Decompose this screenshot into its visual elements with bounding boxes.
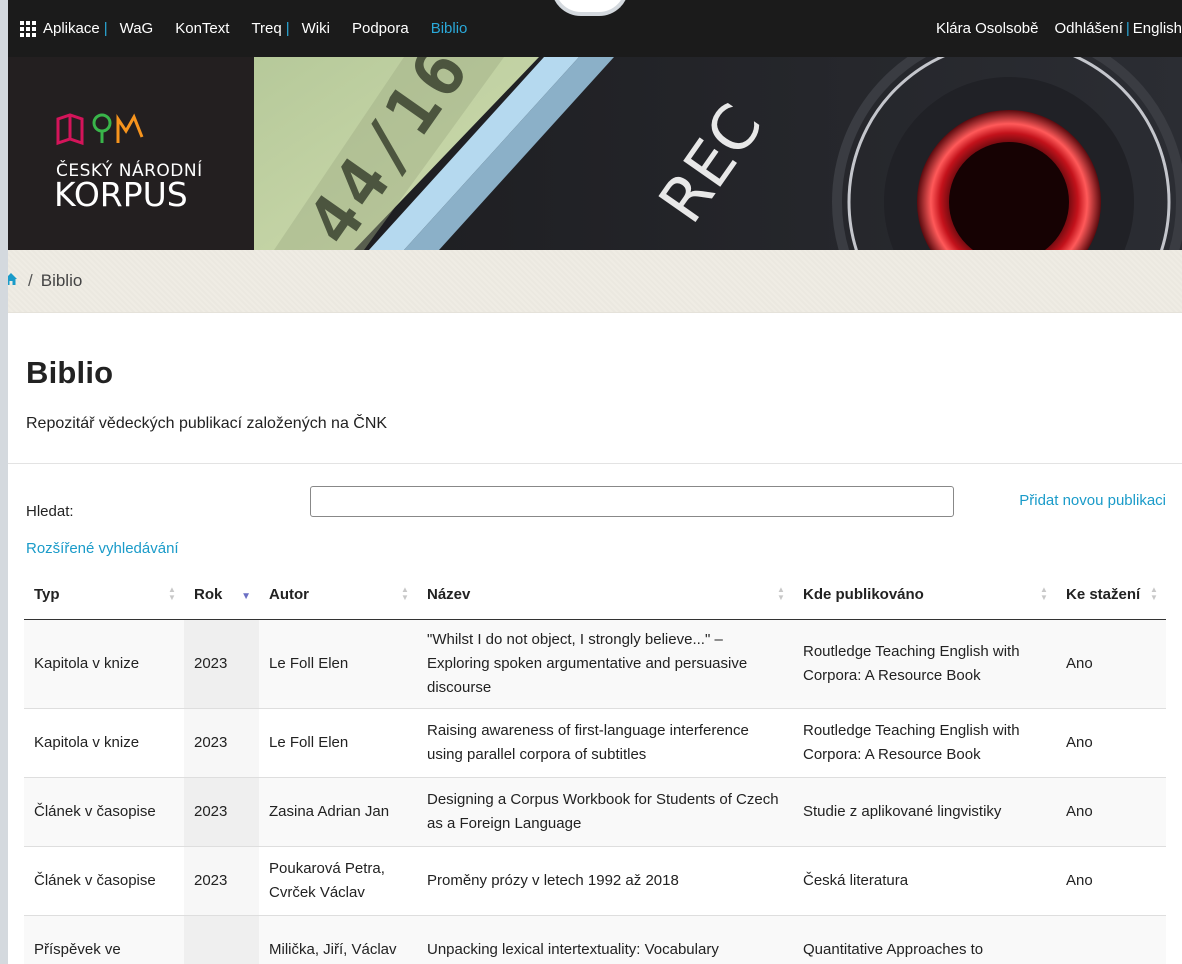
cell-kde: Quantitative Approaches to	[793, 915, 1056, 964]
column-header-kde-publikovano[interactable]: Kde publikováno ▲ ▼	[793, 569, 1056, 620]
cell-autor: Zasina Adrian Jan	[259, 777, 417, 847]
cell-typ: Příspěvek ve	[24, 915, 184, 964]
cell-rok: 2023	[184, 846, 259, 916]
nav-user-area: Klára Osolsobě Odhlášení | English	[936, 20, 1182, 37]
page-title: Biblio	[26, 355, 114, 390]
nav-app-links: Aplikace | WaG KonText Treq | Wiki Podpo…	[8, 20, 489, 37]
cell-stazeni: Ano	[1056, 619, 1166, 709]
nav-item-wag[interactable]: WaG	[120, 20, 154, 37]
search-row: Hledat: Přidat novou publikaci	[24, 464, 1166, 528]
column-header-autor[interactable]: Autor ▲ ▼	[259, 569, 417, 620]
cell-nazev[interactable]: Unpacking lexical intertextuality: Vocab…	[417, 915, 793, 964]
main-content: Biblio Repozitář vědeckých publikací zal…	[8, 355, 1182, 964]
cell-nazev[interactable]: "Whilst I do not object, I strongly beli…	[417, 619, 793, 709]
column-header-ke-stazeni[interactable]: Ke stažení ▲ ▼	[1056, 569, 1166, 620]
cnk-logo-icon	[56, 113, 144, 146]
browser-page: Aplikace | WaG KonText Treq | Wiki Podpo…	[8, 0, 1182, 964]
table-row[interactable]: Článek v časopise 2023 Zasina Adrian Jan…	[24, 777, 1166, 847]
cell-rok: 2023	[184, 708, 259, 778]
cell-rok	[184, 915, 259, 964]
breadcrumb-current: Biblio	[40, 271, 83, 290]
top-navigation-bar: Aplikace | WaG KonText Treq | Wiki Podpo…	[8, 0, 1182, 57]
table-row[interactable]: Kapitola v knize 2023 Le Foll Elen "Whil…	[24, 619, 1166, 709]
cell-typ: Článek v časopise	[24, 777, 184, 847]
table-row[interactable]: Článek v časopise 2023 Poukarová Petra, …	[24, 846, 1166, 916]
publications-table: Typ ▲ ▼ Rok ▼ Autor ▲ ▼ Název ▲ ▼ Kde pu…	[24, 569, 1166, 964]
cell-typ: Kapitola v knize	[24, 619, 184, 709]
home-icon[interactable]	[8, 271, 18, 291]
breadcrumb-separator: /	[28, 271, 33, 290]
header-banner: ČESKÝ NÁRODNÍ KORPUS 44/16 REC	[8, 57, 1182, 250]
sort-icon: ▲ ▼	[168, 585, 176, 602]
cell-typ: Článek v časopise	[24, 846, 184, 916]
nav-item-wiki[interactable]: Wiki	[302, 20, 330, 37]
nav-separator: |	[103, 20, 108, 37]
apps-grid-icon[interactable]	[20, 20, 36, 37]
sort-icon: ▲ ▼	[777, 585, 785, 602]
nav-item-kontext[interactable]: KonText	[175, 20, 229, 37]
column-header-nazev[interactable]: Název ▲ ▼	[417, 569, 793, 620]
cell-stazeni	[1056, 915, 1166, 964]
nav-item-aplikace[interactable]: Aplikace	[43, 20, 100, 37]
search-label: Hledat:	[26, 503, 74, 520]
cell-kde: Routledge Teaching English with Corpora:…	[793, 619, 1056, 709]
cell-nazev[interactable]: Proměny prózy v letech 1992 až 2018	[417, 846, 793, 916]
table-row[interactable]: Příspěvek ve Milička, Jiří, Václav Unpac…	[24, 915, 1166, 964]
cell-autor: Poukarová Petra, Cvrček Václav	[259, 846, 417, 916]
site-logo[interactable]: ČESKÝ NÁRODNÍ KORPUS	[8, 57, 254, 250]
cell-kde: Studie z aplikované lingvistiky	[793, 777, 1056, 847]
table-header-row: Typ ▲ ▼ Rok ▼ Autor ▲ ▼ Název ▲ ▼ Kde pu…	[24, 569, 1166, 620]
sort-icon: ▲ ▼	[1150, 585, 1158, 602]
sort-desc-icon: ▼	[241, 591, 251, 602]
recorder-banner-image: 44/16 REC	[254, 57, 1182, 250]
cell-nazev[interactable]: Designing a Corpus Workbook for Students…	[417, 777, 793, 847]
column-header-rok[interactable]: Rok ▼	[184, 569, 259, 620]
cell-stazeni: Ano	[1056, 846, 1166, 916]
cell-nazev[interactable]: Raising awareness of first-language inte…	[417, 708, 793, 778]
camera-notch	[551, 0, 629, 16]
nav-separator: |	[285, 20, 290, 37]
cell-rok: 2023	[184, 619, 259, 709]
logo-text-line2: KORPUS	[54, 175, 188, 214]
nav-item-biblio[interactable]: Biblio	[431, 20, 468, 37]
advanced-search-link[interactable]: Rozšířené vyhledávání	[26, 540, 1166, 557]
breadcrumb: / Biblio	[8, 250, 1182, 313]
cell-autor: Le Foll Elen	[259, 619, 417, 709]
user-name-link[interactable]: Klára Osolsobě	[936, 20, 1039, 37]
cell-autor: Milička, Jiří, Václav	[259, 915, 417, 964]
nav-item-podpora[interactable]: Podpora	[352, 20, 409, 37]
cell-kde: Routledge Teaching English with Corpora:…	[793, 708, 1056, 778]
add-publication-link[interactable]: Přidat novou publikaci	[1019, 492, 1166, 509]
logout-link[interactable]: Odhlášení	[1055, 20, 1123, 37]
cell-kde: Česká literatura	[793, 846, 1056, 916]
language-switch-link[interactable]: English	[1133, 20, 1182, 37]
cell-stazeni: Ano	[1056, 777, 1166, 847]
cell-autor: Le Foll Elen	[259, 708, 417, 778]
nav-separator: |	[1125, 20, 1130, 37]
cell-stazeni: Ano	[1056, 708, 1166, 778]
nav-item-treq[interactable]: Treq	[251, 20, 281, 37]
page-description: Repozitář vědeckých publikací založených…	[26, 415, 388, 432]
column-header-typ[interactable]: Typ ▲ ▼	[24, 569, 184, 620]
table-row[interactable]: Kapitola v knize 2023 Le Foll Elen Raisi…	[24, 708, 1166, 778]
search-input[interactable]	[310, 486, 954, 517]
sort-icon: ▲ ▼	[401, 585, 409, 602]
cell-rok: 2023	[184, 777, 259, 847]
cell-typ: Kapitola v knize	[24, 708, 184, 778]
sort-icon: ▲ ▼	[1040, 585, 1048, 602]
